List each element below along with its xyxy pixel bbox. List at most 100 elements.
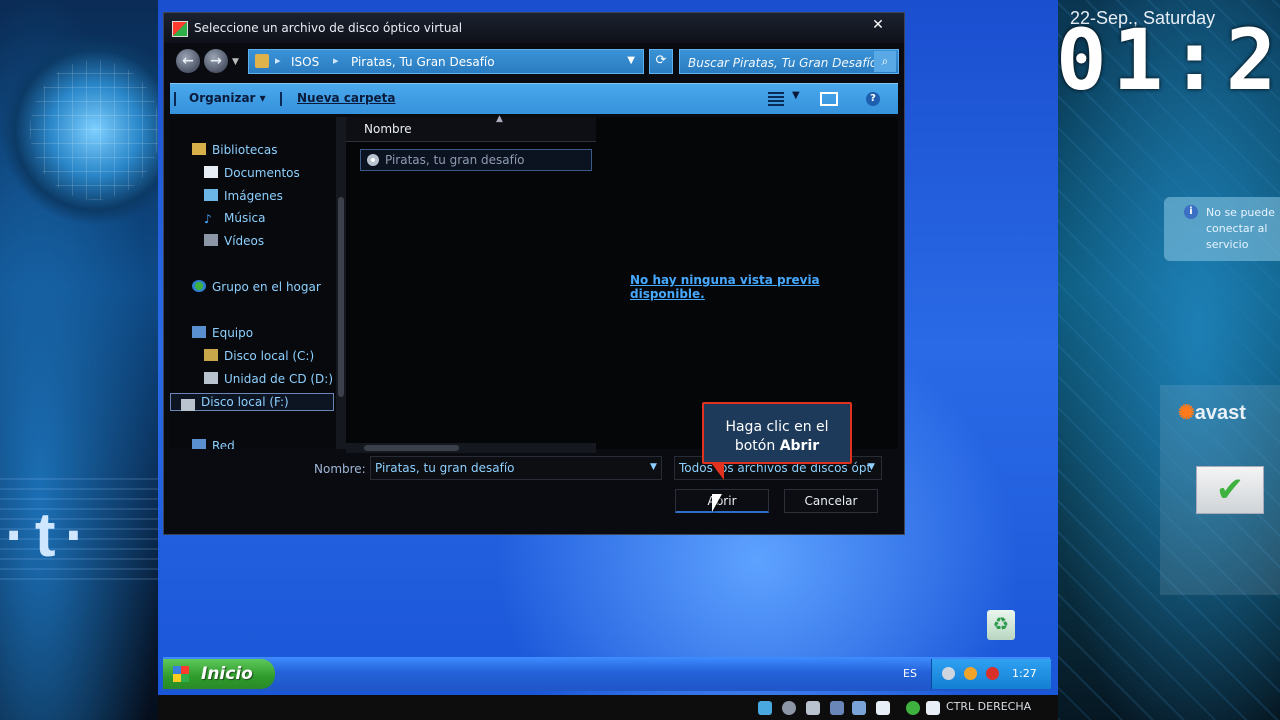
host-desktop-left: · t ·: [0, 0, 160, 720]
shared-folders-icon[interactable]: [852, 701, 866, 715]
callout-pointer: [712, 464, 724, 480]
homegroup-icon: [192, 280, 206, 292]
antivirus-logo: ✺avast: [1178, 402, 1246, 424]
forward-button[interactable]: →: [204, 49, 228, 73]
info-icon: i: [1184, 205, 1198, 219]
search-input[interactable]: [680, 50, 880, 75]
start-button[interactable]: Inicio: [163, 659, 275, 689]
usb-icon[interactable]: [806, 701, 820, 715]
sidebar-item-images[interactable]: Imágenes: [204, 189, 283, 203]
sidebar-item-computer[interactable]: Equipo: [192, 326, 253, 340]
navigation-row: ← → ▼ ▸ ISOS ▸ Piratas, Tu Gran Desafío …: [170, 47, 900, 77]
tray-clock[interactable]: 1:27: [1012, 667, 1037, 680]
preview-pane: No hay ninguna vista previa disponible.: [596, 117, 898, 449]
sidebar-item-libraries[interactable]: Bibliotecas: [192, 143, 277, 157]
sidebar-item-drive-f[interactable]: Disco local (F:): [170, 393, 334, 411]
chevron-down-icon[interactable]: ▼: [650, 462, 657, 472]
sidebar-item-network[interactable]: Red: [192, 439, 235, 449]
wallpaper-letters: · t ·: [5, 501, 85, 570]
chevron-down-icon[interactable]: ▼: [868, 462, 875, 472]
filename-field[interactable]: [370, 456, 662, 480]
libraries-icon: [192, 143, 206, 155]
navigation-pane: Bibliotecas Documentos Imágenes ♪ Música …: [170, 117, 342, 449]
music-icon: ♪: [204, 212, 212, 226]
file-list: Nombre ▲ Piratas, tu gran desafío: [346, 114, 596, 449]
network-adapter-icon[interactable]: [830, 701, 844, 715]
clock-time: 01:27: [1056, 11, 1280, 109]
tray-network-icon[interactable]: [942, 667, 955, 680]
keyboard-capture-icon[interactable]: [926, 701, 940, 715]
mouse-cursor-icon: [712, 494, 722, 512]
navigation-scrollbar[interactable]: [336, 117, 346, 449]
drive-icon: [204, 349, 218, 361]
breadcrumb-isos[interactable]: ISOS: [291, 55, 319, 69]
file-name: Piratas, tu gran desafío: [385, 153, 525, 167]
mouse-integration-icon[interactable]: [906, 701, 920, 715]
language-indicator[interactable]: ES: [903, 667, 917, 680]
capture-icon[interactable]: [876, 701, 890, 715]
list-item[interactable]: Piratas, tu gran desafío: [360, 149, 592, 171]
new-folder-button[interactable]: Nueva carpeta: [297, 91, 396, 105]
chevron-right-icon[interactable]: ▸: [275, 54, 281, 67]
scroll-thumb[interactable]: [338, 197, 344, 397]
virtualbox-status-bar: CTRL DERECHA: [158, 695, 1058, 720]
close-button[interactable]: ✕: [864, 15, 892, 35]
file-list-hscrollbar[interactable]: [346, 443, 596, 453]
history-dropdown-icon[interactable]: ▼: [232, 57, 239, 67]
sidebar-item-homegroup[interactable]: Grupo en el hogar: [192, 280, 321, 294]
network-icon: [192, 439, 206, 449]
folder-icon: [255, 54, 269, 68]
callout-line2-bold: Abrir: [779, 438, 820, 454]
dialog-title: Seleccione un archivo de disco óptico vi…: [194, 21, 463, 35]
toolbar-divider: [280, 92, 282, 106]
preview-pane-icon[interactable]: [820, 92, 838, 106]
sidebar-item-videos[interactable]: Vídeos: [204, 234, 264, 248]
chevron-down-icon[interactable]: ▼: [792, 90, 800, 101]
cd-icon[interactable]: [782, 701, 796, 715]
search-box[interactable]: ⌕: [679, 49, 899, 75]
column-header-name[interactable]: Nombre ▲: [346, 114, 596, 142]
views-icon[interactable]: [768, 92, 784, 106]
no-preview-message: No hay ninguna vista previa disponible.: [630, 273, 820, 301]
hdd-icon[interactable]: [758, 701, 772, 715]
sidebar-item-music[interactable]: ♪ Música: [204, 211, 266, 226]
chevron-down-icon[interactable]: ▼: [627, 55, 635, 66]
vm-taskbar: Inicio ES 1:27: [163, 657, 1051, 691]
address-bar[interactable]: ▸ ISOS ▸ Piratas, Tu Gran Desafío ▼: [248, 49, 644, 74]
organize-button[interactable]: Organizar ▾: [189, 91, 266, 105]
check-icon[interactable]: ✔: [1196, 466, 1264, 514]
sidebar-item-drive-c[interactable]: Disco local (C:): [204, 349, 314, 363]
drive-icon: [181, 399, 195, 411]
tray-shield-icon[interactable]: [986, 667, 999, 680]
refresh-button[interactable]: ⟳: [649, 49, 673, 74]
tray-avast-icon[interactable]: [964, 667, 977, 680]
cancel-button[interactable]: Cancelar: [784, 489, 878, 513]
system-tray: 1:27: [931, 659, 1051, 689]
host-key-label: CTRL DERECHA: [946, 700, 1032, 713]
search-icon[interactable]: ⌕: [874, 51, 896, 72]
videos-icon: [204, 234, 218, 246]
scroll-thumb[interactable]: [364, 445, 459, 451]
column-label: Nombre: [364, 122, 412, 136]
service-notice[interactable]: i No se puede conectar al servicio: [1164, 197, 1280, 261]
help-icon[interactable]: ?: [866, 92, 880, 106]
dialog-titlebar[interactable]: Seleccione un archivo de disco óptico vi…: [164, 13, 904, 43]
documents-icon: [204, 166, 218, 178]
recycle-bin-icon[interactable]: ♻: [987, 610, 1015, 640]
command-toolbar: Organizar ▾ Nueva carpeta ▼ ?: [170, 83, 898, 114]
sidebar-item-drive-d[interactable]: Unidad de CD (D:): [204, 372, 333, 386]
sidebar-item-documents[interactable]: Documentos: [204, 166, 300, 180]
globe-wallpaper: [30, 60, 160, 200]
chevron-right-icon[interactable]: ▸: [333, 54, 339, 67]
notice-text: No se puede conectar al servicio: [1206, 206, 1275, 251]
filename-label: Nombre:: [314, 462, 366, 476]
open-button[interactable]: Abrir: [675, 489, 769, 513]
images-icon: [204, 189, 218, 201]
back-button[interactable]: ←: [176, 49, 200, 73]
callout-line2-prefix: botón: [734, 438, 780, 454]
callout-line1: Haga clic en el: [725, 419, 829, 435]
cd-drive-icon: [204, 372, 218, 384]
breadcrumb-current-folder[interactable]: Piratas, Tu Gran Desafío: [351, 55, 495, 69]
toolbar-divider: [174, 92, 176, 106]
sort-arrow-icon: ▲: [496, 114, 503, 124]
